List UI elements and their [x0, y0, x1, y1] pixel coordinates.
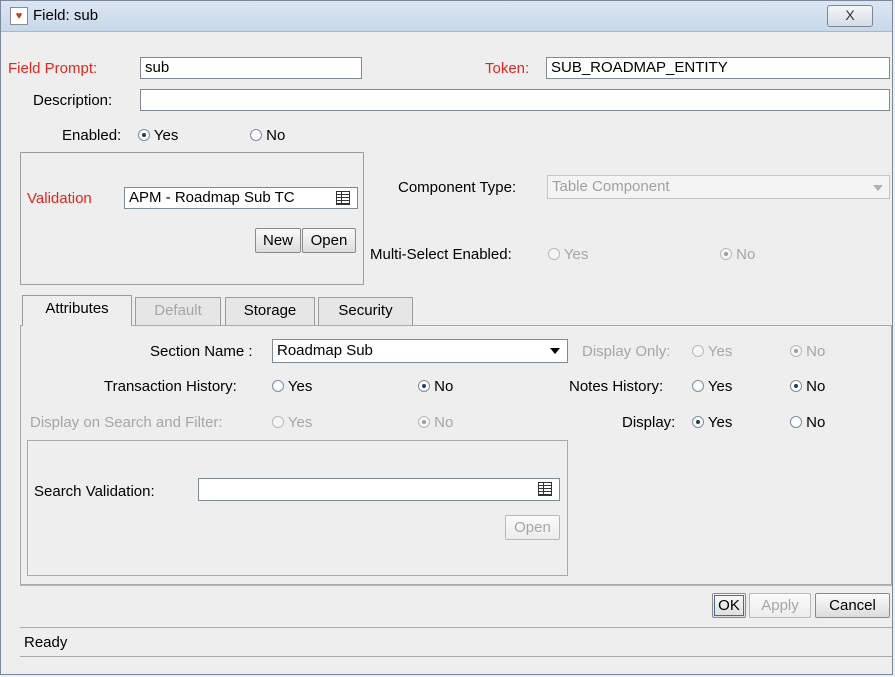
component-type-select[interactable]: Table Component	[547, 175, 890, 199]
display-search-filter-label: Display on Search and Filter:	[30, 414, 223, 431]
display-only-no-radio[interactable]	[790, 345, 802, 357]
display-only-yes-radio[interactable]	[692, 345, 704, 357]
notes-history-no-radio[interactable]	[790, 380, 802, 392]
tab-attributes[interactable]: Attributes	[22, 295, 132, 326]
component-type-dropdown-icon[interactable]	[873, 185, 883, 191]
display-only-yes-option[interactable]: Yes	[692, 343, 732, 360]
transaction-history-yes-radio[interactable]	[272, 380, 284, 392]
section-name-dropdown-icon[interactable]	[550, 348, 560, 354]
search-validation-lookup-icon[interactable]	[538, 482, 552, 496]
notes-history-no-text: No	[806, 378, 826, 395]
description-label: Description:	[33, 92, 113, 109]
field-prompt-label: Field Prompt:	[8, 60, 98, 77]
multi-select-yes-radio[interactable]	[548, 248, 560, 260]
validation-new-button[interactable]: New	[255, 228, 301, 253]
display-no-radio[interactable]	[790, 416, 802, 428]
multi-select-label: Multi-Select Enabled:	[370, 246, 512, 263]
token-label: Token:	[485, 60, 530, 77]
section-name-select[interactable]: Roadmap Sub	[272, 339, 568, 363]
title-bar[interactable]	[1, 1, 892, 32]
enabled-no-radio[interactable]	[250, 129, 262, 141]
transaction-history-yes-text: Yes	[287, 378, 313, 395]
field-prompt-input[interactable]: sub	[140, 57, 362, 79]
enabled-no-option[interactable]: No	[250, 127, 285, 144]
status-text: Ready	[24, 634, 68, 651]
display-yes-text: Yes	[707, 414, 733, 431]
tab-default[interactable]: Default	[135, 297, 221, 325]
display-only-yes-text: Yes	[707, 343, 733, 360]
display-search-filter-yes-radio[interactable]	[272, 416, 284, 428]
display-yes-option[interactable]: Yes	[692, 414, 732, 431]
ok-button[interactable]: OK	[712, 593, 746, 618]
cancel-button[interactable]: Cancel	[815, 593, 890, 618]
validation-lookup-icon[interactable]	[336, 191, 350, 205]
display-no-text: No	[806, 414, 826, 431]
validation-panel	[20, 152, 364, 285]
notes-history-yes-text: Yes	[707, 378, 733, 395]
enabled-yes-option[interactable]: Yes	[138, 127, 178, 144]
token-input[interactable]: SUB_ROADMAP_ENTITY	[546, 57, 890, 79]
display-only-no-text: No	[806, 343, 826, 360]
description-input[interactable]	[140, 89, 890, 111]
tab-security[interactable]: Security	[318, 297, 413, 325]
validation-open-button[interactable]: Open	[302, 228, 356, 253]
display-search-filter-no-text: No	[434, 414, 454, 431]
java-app-icon: ♥	[10, 7, 28, 25]
window-title: Field: sub	[33, 7, 99, 24]
display-no-option[interactable]: No	[790, 414, 825, 431]
display-only-label: Display Only:	[582, 343, 671, 360]
validation-input[interactable]: APM - Roadmap Sub TC	[124, 187, 358, 209]
display-search-filter-no-option[interactable]: No	[418, 414, 453, 431]
search-validation-open-button[interactable]: Open	[505, 515, 560, 540]
search-validation-input[interactable]	[198, 478, 560, 501]
transaction-history-no-text: No	[434, 378, 454, 395]
multi-select-yes-option[interactable]: Yes	[548, 246, 588, 263]
display-label: Display:	[622, 414, 676, 431]
multi-select-yes-text: Yes	[563, 246, 589, 263]
display-search-filter-no-radio[interactable]	[418, 416, 430, 428]
notes-history-label: Notes History:	[569, 378, 664, 395]
multi-select-no-option[interactable]: No	[720, 246, 755, 263]
notes-history-no-option[interactable]: No	[790, 378, 825, 395]
validation-label: Validation	[27, 190, 92, 207]
notes-history-yes-option[interactable]: Yes	[692, 378, 732, 395]
section-name-label: Section Name :	[150, 343, 253, 360]
enabled-label: Enabled:	[62, 127, 122, 144]
enabled-yes-radio[interactable]	[138, 129, 150, 141]
multi-select-no-text: No	[736, 246, 756, 263]
display-only-no-option[interactable]: No	[790, 343, 825, 360]
footer-divider	[20, 585, 892, 586]
enabled-yes-text: Yes	[153, 127, 179, 144]
transaction-history-yes-option[interactable]: Yes	[272, 378, 312, 395]
transaction-history-no-option[interactable]: No	[418, 378, 453, 395]
transaction-history-no-radio[interactable]	[418, 380, 430, 392]
notes-history-yes-radio[interactable]	[692, 380, 704, 392]
transaction-history-label: Transaction History:	[104, 378, 237, 395]
search-validation-label: Search Validation:	[34, 483, 155, 500]
apply-button[interactable]: Apply	[749, 593, 811, 618]
display-yes-radio[interactable]	[692, 416, 704, 428]
status-bar	[20, 627, 892, 657]
close-button[interactable]: X	[827, 5, 873, 27]
multi-select-no-radio[interactable]	[720, 248, 732, 260]
component-type-label: Component Type:	[398, 179, 517, 196]
display-search-filter-yes-text: Yes	[287, 414, 313, 431]
display-search-filter-yes-option[interactable]: Yes	[272, 414, 312, 431]
tab-storage[interactable]: Storage	[225, 297, 315, 325]
enabled-no-text: No	[266, 127, 286, 144]
search-validation-panel	[27, 440, 568, 576]
